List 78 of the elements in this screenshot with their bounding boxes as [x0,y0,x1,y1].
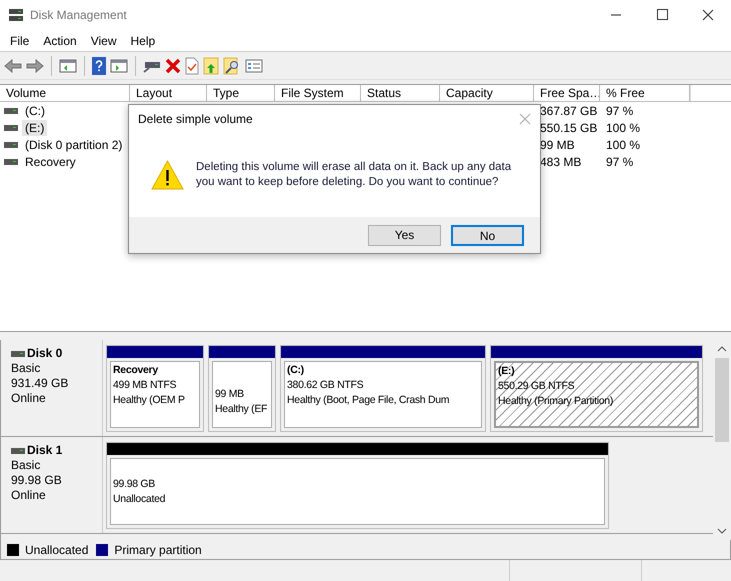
drive-icon [4,108,18,114]
legend-label: Primary partition [114,542,202,558]
disk-name: Disk 1 [27,443,62,458]
dialog-title: Delete simple volume [138,111,253,128]
partition-size: 550.29 GB NTFS [498,379,576,394]
menu-item[interactable]: Action [36,32,84,50]
dialog-button[interactable]: Yes [368,224,441,246]
help-icon[interactable] [92,56,106,74]
column-header[interactable]: Status [361,85,440,101]
table-cell-text: 367.87 GB [539,102,598,120]
window-title: Disk Management [30,7,127,24]
partition-block[interactable]: (C:) 380.62 GB NTFS Healthy (Boot, Page File, Crash Dum [280,345,486,432]
column-header[interactable]: % Free [600,85,690,101]
disk-status: Online [11,391,47,406]
table-cell-text: 100 % [605,136,642,154]
column-header[interactable]: Volume [0,85,130,101]
menu-item[interactable]: File [3,32,36,50]
table-cell-text: 97 % [605,102,634,120]
menu-item[interactable]: Help [124,32,162,50]
scroll-down-icon[interactable] [717,528,727,534]
folder-up-icon[interactable] [203,56,219,74]
checklist-icon[interactable] [185,56,199,74]
disk-type: Basic [11,361,42,376]
column-header[interactable]: File System [275,85,361,101]
scroll-up-icon[interactable] [717,346,727,352]
drive-icon [11,350,25,356]
drive-icon [4,158,18,164]
list-item[interactable]: Recovery [22,154,79,170]
dialog-message: Deleting this volume will erase all data on it. Back up any data you want to keep before deleting. Do you want to continue? [196,160,512,190]
disk-type: Basic [11,458,42,473]
forward-arrow-icon[interactable] [26,58,44,74]
column-header[interactable]: Type [207,85,275,101]
table-cell-text: 100 % [605,120,642,136]
partition-size: 499 MB NTFS [113,378,178,393]
disk-drive-icon [8,8,24,22]
console-tree-icon[interactable] [59,58,77,74]
warning-icon [151,160,184,190]
disk-size: 931.49 GB [11,376,70,391]
action-pane-icon[interactable] [110,58,128,74]
partition-size: 380.62 GB NTFS [287,378,364,393]
drive-icon [4,142,18,148]
drive-icon [4,124,18,130]
column-header[interactable]: Layout [130,85,207,101]
list-item[interactable]: (Disk 0 partition 2) [22,136,126,152]
partition-block[interactable]: Recovery 499 MB NTFS Healthy (OEM P [106,345,204,432]
column-header[interactable]: Capacity [440,85,534,101]
menu-item[interactable]: View [84,32,124,50]
partition-name: (E:) [498,364,516,379]
folder-search-icon[interactable] [223,56,241,74]
table-cell-text: 483 MB [539,154,582,170]
disk-name: Disk 0 [27,346,62,361]
table-cell-text: 99 MB [539,136,576,154]
disk-size: 99.98 GB [11,473,63,488]
delete-icon[interactable] [165,58,181,74]
partition-name: (C:) [287,363,305,378]
partition-block[interactable]: 99.98 GB Unallocated [106,442,609,529]
partition-name: Recovery [113,363,159,378]
properties-icon[interactable] [245,58,263,74]
list-item[interactable]: (E:) [22,120,48,136]
back-arrow-icon[interactable] [4,58,22,74]
scrollbar-thumb[interactable] [715,358,729,442]
partition-block[interactable]: 99 MB Healthy (EF [208,345,276,432]
list-item[interactable]: (C:) [22,102,48,118]
partition-status: Healthy (OEM P [113,393,186,408]
partition-block[interactable]: (E:) 550.29 GB NTFS Healthy (Primary Partition) [490,345,703,432]
legend-label: Unallocated [25,542,88,558]
partition-status: Unallocated [113,492,166,506]
close-icon[interactable] [519,113,531,125]
drive-icon [11,448,25,454]
partition-status: Healthy (Boot, Page File, Crash Dum [287,393,450,408]
table-cell-text: 97 % [605,154,634,170]
partition-status: Healthy (EF [215,402,268,417]
table-cell-text: 550.15 GB [539,120,598,136]
disk-status: Online [11,488,47,503]
partition-size: 99.98 GB [113,476,156,492]
partition-status: Healthy (Primary Partition) [498,394,614,409]
partition-size: 99 MB [215,387,245,402]
dialog-button[interactable]: No [451,224,524,246]
